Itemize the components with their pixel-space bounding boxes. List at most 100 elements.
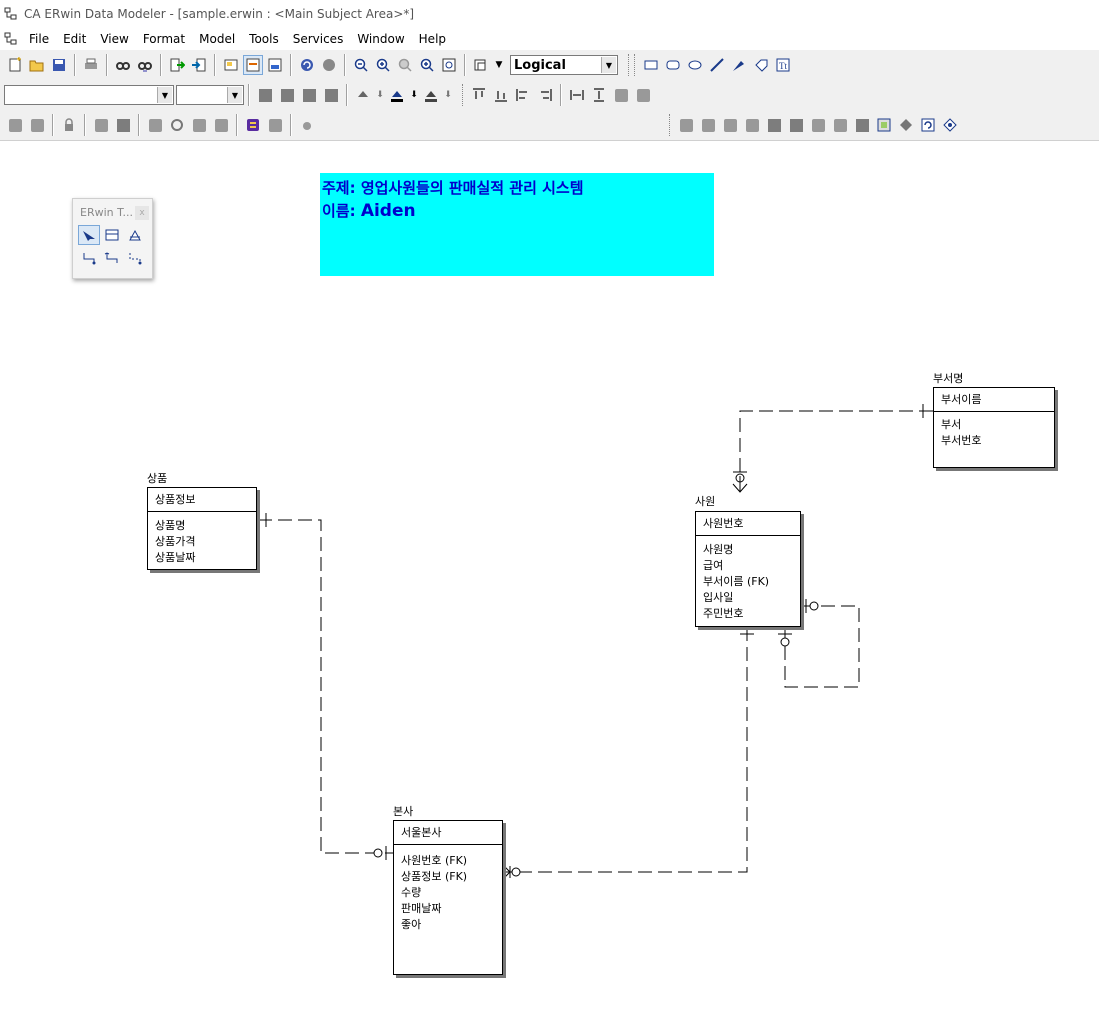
bold-icon[interactable] [255, 85, 275, 105]
refresh-icon[interactable] [167, 115, 187, 135]
forward-engineer-icon[interactable] [5, 115, 25, 135]
menu-services[interactable]: Services [286, 32, 351, 46]
menu-help[interactable]: Help [412, 32, 453, 46]
bug-icon[interactable] [297, 115, 317, 135]
entity-box[interactable]: 서울본사 사원번호 (FK) 상품정보 (FK) 수량 판매날짜 좋아 [393, 820, 503, 975]
zoom-reset-icon[interactable] [395, 55, 415, 75]
layout-tree-icon[interactable] [676, 115, 696, 135]
rotate-icon[interactable] [918, 115, 938, 135]
layout-rows-icon[interactable] [786, 115, 806, 135]
zoom-page-icon[interactable] [439, 55, 459, 75]
pen-tool-icon[interactable] [729, 55, 749, 75]
align-right-icon[interactable] [535, 85, 555, 105]
identifying-relationship-icon[interactable] [78, 248, 100, 268]
chevron-down-icon[interactable]: ▼ [227, 87, 242, 103]
italic-icon[interactable] [277, 85, 297, 105]
print-icon[interactable] [81, 55, 101, 75]
layout-orthogonal-icon[interactable] [742, 115, 762, 135]
close-icon[interactable]: x [135, 206, 149, 220]
sync-icon[interactable] [113, 115, 133, 135]
link-icon[interactable] [243, 115, 263, 135]
menu-window[interactable]: Window [350, 32, 411, 46]
view-mode-select[interactable]: Logical ▼ [510, 55, 618, 75]
font-name-select[interactable]: ▼ [4, 85, 174, 105]
entity-box[interactable]: 사원번호 사원명 급여 부서이름 (FK) 입사일 주민번호 [695, 511, 801, 627]
layout-circular-icon[interactable] [720, 115, 740, 135]
line-color-icon[interactable] [421, 85, 441, 105]
menu-tools[interactable]: Tools [242, 32, 286, 46]
zoom-out-icon[interactable] [351, 55, 371, 75]
chevron-down-icon[interactable]: ▼ [601, 57, 616, 73]
underline-icon[interactable] [299, 85, 319, 105]
view-tool-icon[interactable] [663, 55, 683, 75]
zoom-fit-icon[interactable] [417, 55, 437, 75]
lock-icon[interactable] [59, 115, 79, 135]
center-icon[interactable] [633, 85, 653, 105]
menu-file[interactable]: File [22, 32, 56, 46]
tag-tool-icon[interactable] [751, 55, 771, 75]
save-icon[interactable] [49, 55, 69, 75]
chevron-down-icon[interactable]: ▼ [157, 87, 172, 103]
layout-symmetric-icon[interactable] [808, 115, 828, 135]
layout-h-icon[interactable] [852, 115, 872, 135]
undo-icon[interactable] [297, 55, 317, 75]
font-size-select[interactable]: ▼ [176, 85, 244, 105]
search-icon[interactable] [189, 115, 209, 135]
document-icon[interactable] [4, 32, 18, 46]
layout-columns-icon[interactable] [764, 115, 784, 135]
open-folder-icon[interactable] [27, 55, 47, 75]
report-icon[interactable] [265, 55, 285, 75]
toolbox-title-bar[interactable]: ERwin T... x [73, 199, 152, 225]
dropdown-arrow-icon[interactable]: ⬇ [409, 85, 419, 105]
model-merge-icon[interactable] [145, 115, 165, 135]
diamond-icon[interactable] [896, 115, 916, 135]
export-icon[interactable] [189, 55, 209, 75]
entity-tool-icon[interactable] [641, 55, 661, 75]
layout-options-icon[interactable] [874, 115, 894, 135]
complete-compare-icon[interactable] [91, 115, 111, 135]
find-icon[interactable] [113, 55, 133, 75]
ellipse-tool-icon[interactable] [685, 55, 705, 75]
text-tool-icon[interactable]: Tt [773, 55, 793, 75]
space-horizontal-icon[interactable] [567, 85, 587, 105]
dropdown-arrow-icon[interactable]: ▼ [493, 55, 505, 75]
many-to-many-relationship-icon[interactable] [101, 248, 123, 268]
fill-color-icon[interactable] [353, 85, 373, 105]
menu-view[interactable]: View [93, 32, 135, 46]
layout-incremental-icon[interactable] [830, 115, 850, 135]
pen-color-icon[interactable] [387, 85, 407, 105]
import-icon[interactable] [167, 55, 187, 75]
menu-format[interactable]: Format [136, 32, 192, 46]
layout-settings-icon[interactable] [940, 115, 960, 135]
group-icon[interactable] [265, 115, 285, 135]
dropdown-arrow-icon[interactable]: ⬇ [443, 85, 453, 105]
subtype-icon[interactable] [124, 225, 146, 245]
entity-icon[interactable] [101, 225, 123, 245]
align-left-icon[interactable] [513, 85, 533, 105]
diagram-window-icon[interactable] [243, 55, 263, 75]
new-file-icon[interactable] [5, 55, 25, 75]
line-tool-icon[interactable] [707, 55, 727, 75]
diagram-note[interactable]: 주제: 영업사원들의 판매실적 관리 시스템 이름: Aiden [320, 173, 714, 276]
database-icon[interactable] [211, 115, 231, 135]
display-level-icon[interactable] [471, 55, 491, 75]
stop-icon[interactable] [319, 55, 339, 75]
find-next-icon[interactable] [135, 55, 155, 75]
strikeout-icon[interactable] [321, 85, 341, 105]
entity-box[interactable]: 상품정보 상품명 상품가격 상품날짜 [147, 487, 257, 570]
menu-model[interactable]: Model [192, 32, 242, 46]
align-bottom-icon[interactable] [491, 85, 511, 105]
dropdown-arrow-icon[interactable]: ⬇ [375, 85, 385, 105]
same-size-icon[interactable] [611, 85, 631, 105]
align-top-icon[interactable] [469, 85, 489, 105]
entity-box[interactable]: 부서이름 부서 부서번호 [933, 387, 1055, 468]
layout-hierarchical-icon[interactable] [698, 115, 718, 135]
space-vertical-icon[interactable] [589, 85, 609, 105]
model-explorer-icon[interactable] [221, 55, 241, 75]
reverse-engineer-icon[interactable] [27, 115, 47, 135]
erwin-toolbox[interactable]: ERwin T... x [72, 198, 153, 279]
select-pointer-icon[interactable] [78, 225, 100, 245]
menu-edit[interactable]: Edit [56, 32, 93, 46]
zoom-in-icon[interactable] [373, 55, 393, 75]
non-identifying-relationship-icon[interactable] [124, 248, 146, 268]
